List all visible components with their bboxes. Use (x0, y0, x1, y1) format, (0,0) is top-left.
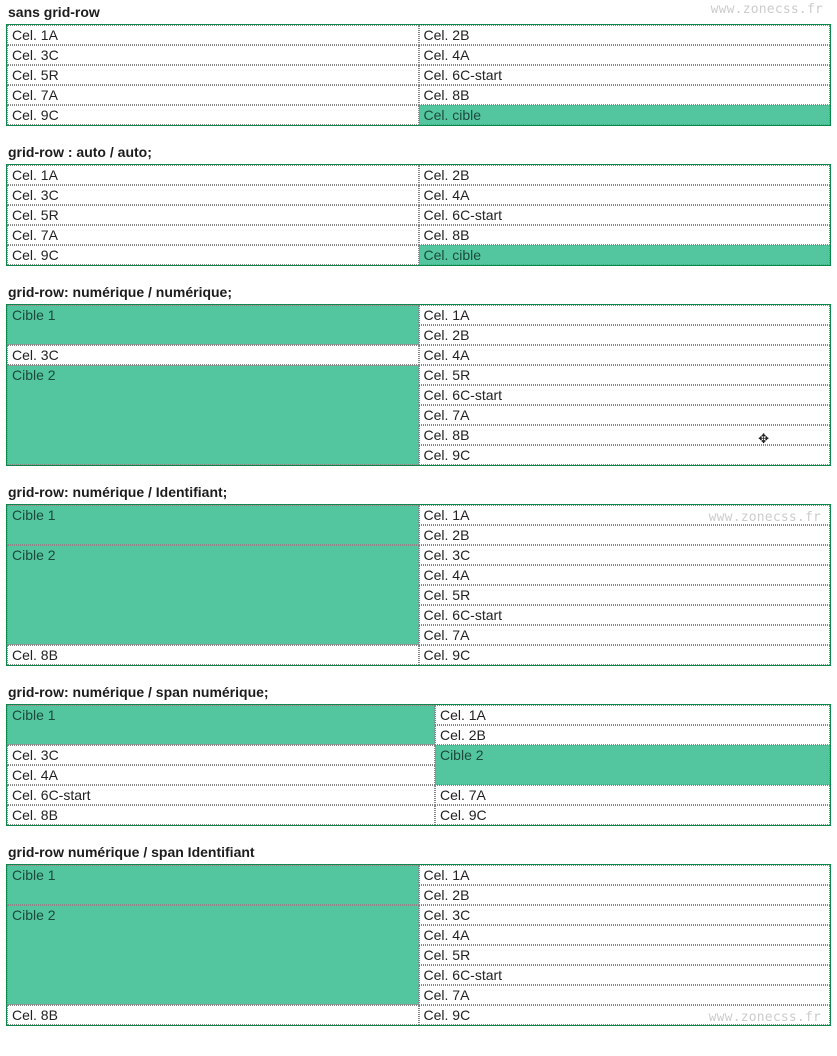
grid-cell: Cel. 7A (435, 785, 830, 805)
section-title: sans grid-row (6, 2, 831, 24)
grid-cell: Cel. 2B (419, 885, 831, 905)
grid-cell-label: Cel. 9C (424, 1007, 471, 1023)
watermark: www.zonecss.fr (709, 1008, 821, 1025)
grid-cell: Cel. 3C (7, 345, 419, 365)
grid-cell: Cel. 2B (435, 725, 830, 745)
example-section: grid-row numérique / span Identifiant Ci… (6, 842, 831, 1026)
grid-cell: Cel. 8B (419, 225, 831, 245)
grid-example: Cel. 1A Cel. 2B Cel. 3C Cel. 4A Cel. 5R … (6, 164, 831, 266)
grid-cell-target: Cible 1 (7, 505, 419, 545)
grid-example: Cible 1 Cel. 1A Cel. 2B Cel. 3C Cible 2 … (6, 704, 831, 826)
grid-cell: Cel. 9C www.zonecss.fr (419, 1005, 831, 1025)
section-title: grid-row: numérique / span numérique; (6, 682, 831, 704)
watermark: www.zonecss.fr (711, 2, 823, 17)
grid-cell: Cel. 4A (419, 45, 831, 65)
grid-cell: Cel. 2B (419, 325, 831, 345)
grid-cell: Cel. 9C (7, 245, 419, 265)
grid-cell: Cel. 3C (7, 185, 419, 205)
example-section: grid-row: numérique / numérique; Cible 1… (6, 282, 831, 466)
grid-cell: Cel. 2B (419, 25, 831, 45)
grid-cell: Cel. 3C (7, 45, 419, 65)
grid-cell: Cel. 6C-start (7, 785, 435, 805)
example-section: grid-row: numérique / Identifiant; Cible… (6, 482, 831, 666)
grid-cell: Cel. 8B (7, 805, 435, 825)
grid-cell-label: Cel. 1A (424, 507, 470, 523)
grid-cell: Cel. 6C-start (419, 65, 831, 85)
grid-cell: Cel. 5R (419, 585, 831, 605)
grid-example: Cible 1 Cel. 1A www.zonecss.fr Cel. 2B C… (6, 504, 831, 666)
grid-cell: Cel. 7A (419, 405, 831, 425)
grid-cell: Cel. 9C (419, 445, 831, 465)
grid-cell: Cel. 1A www.zonecss.fr (419, 505, 831, 525)
grid-example: Cible 1 Cel. 1A Cel. 2B Cel. 3C Cel. 4A … (6, 304, 831, 466)
grid-cell-target: Cel. cible (419, 245, 831, 265)
grid-cell: Cel. 3C (419, 905, 831, 925)
grid-cell: Cel. 1A (435, 705, 830, 725)
grid-cell: Cel. 7A (7, 225, 419, 245)
grid-cell-target: Cel. cible (419, 105, 831, 125)
grid-cell: Cel. 4A (419, 925, 831, 945)
section-title: grid-row : auto / auto; (6, 142, 831, 164)
grid-cell-target: Cible 2 (7, 365, 419, 465)
grid-cell: Cel. 6C-start (419, 385, 831, 405)
example-section: grid-row : auto / auto; Cel. 1A Cel. 2B … (6, 142, 831, 266)
grid-example: Cel. 1A Cel. 2B Cel. 3C Cel. 4A Cel. 5R … (6, 24, 831, 126)
section-title: grid-row numérique / span Identifiant (6, 842, 831, 864)
example-section: www.zonecss.fr sans grid-row Cel. 1A Cel… (6, 2, 831, 126)
grid-cell: Cel. 8B ✥ (419, 425, 831, 445)
grid-example: Cible 1 Cel. 1A Cel. 2B Cible 2 Cel. 3C … (6, 864, 831, 1026)
section-title: grid-row: numérique / Identifiant; (6, 482, 831, 504)
move-cursor-icon: ✥ (758, 429, 769, 445)
grid-cell-target: Cible 1 (7, 305, 419, 345)
example-section: grid-row: numérique / span numérique; Ci… (6, 682, 831, 826)
watermark: www.zonecss.fr (709, 508, 821, 525)
grid-cell: Cel. 1A (419, 865, 831, 885)
grid-cell: Cel. 5R (7, 65, 419, 85)
grid-cell: Cel. 9C (419, 645, 831, 665)
grid-cell: Cel. 6C-start (419, 205, 831, 225)
grid-cell: Cel. 8B (419, 85, 831, 105)
grid-cell: Cel. 4A (419, 565, 831, 585)
grid-cell: Cel. 4A (419, 345, 831, 365)
grid-cell: Cel. 8B (7, 645, 419, 665)
grid-cell-target: Cible 2 (435, 745, 830, 785)
grid-cell: Cel. 3C (7, 745, 435, 765)
grid-cell: Cel. 1A (419, 305, 831, 325)
section-title: grid-row: numérique / numérique; (6, 282, 831, 304)
grid-cell: Cel. 9C (435, 805, 830, 825)
grid-cell: Cel. 2B (419, 525, 831, 545)
grid-cell: Cel. 4A (419, 185, 831, 205)
grid-cell: Cel. 8B (7, 1005, 419, 1025)
grid-cell-label: Cel. 8B (424, 427, 470, 443)
grid-cell: Cel. 2B (419, 165, 831, 185)
grid-cell: Cel. 3C (419, 545, 831, 565)
grid-cell-target: Cible 2 (7, 545, 419, 645)
grid-cell: Cel. 4A (7, 765, 435, 785)
grid-cell: Cel. 6C-start (419, 965, 831, 985)
grid-cell: Cel. 1A (7, 25, 419, 45)
grid-cell-target: Cible 1 (7, 705, 435, 745)
grid-cell-target: Cible 2 (7, 905, 419, 1005)
grid-cell: Cel. 7A (419, 985, 831, 1005)
grid-cell: Cel. 1A (7, 165, 419, 185)
grid-cell: Cel. 7A (419, 625, 831, 645)
grid-cell: Cel. 6C-start (419, 605, 831, 625)
grid-cell: Cel. 5R (419, 365, 831, 385)
grid-cell: Cel. 5R (7, 205, 419, 225)
grid-cell-target: Cible 1 (7, 865, 419, 905)
grid-cell: Cel. 5R (419, 945, 831, 965)
grid-cell: Cel. 9C (7, 105, 419, 125)
grid-cell: Cel. 7A (7, 85, 419, 105)
